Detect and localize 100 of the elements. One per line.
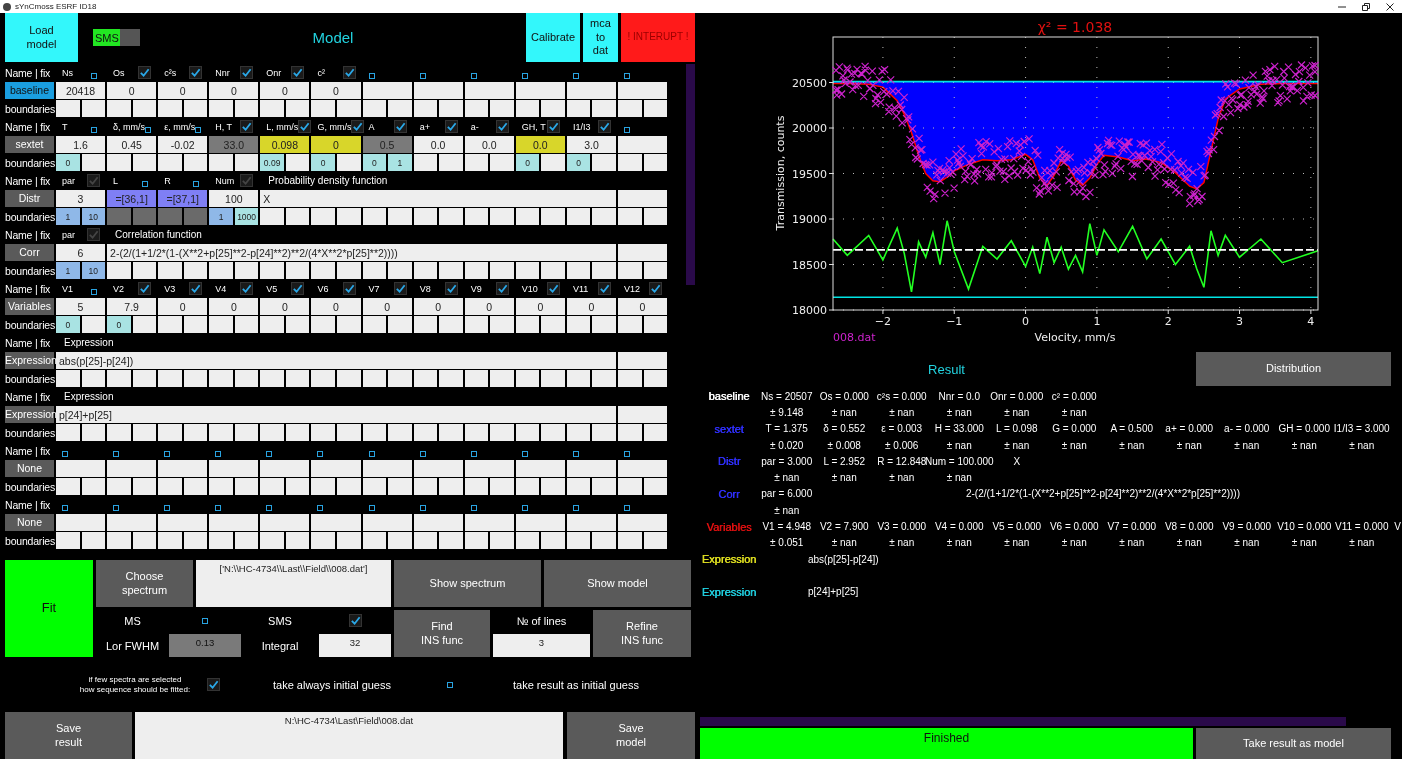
boundary-field[interactable] [81, 100, 106, 117]
find-ins-button[interactable]: Find INS func [394, 610, 490, 657]
value-field[interactable] [209, 514, 259, 531]
boundary-field[interactable] [132, 370, 157, 387]
fix-checkbox[interactable] [572, 450, 579, 457]
value-field[interactable]: 0 [107, 82, 157, 99]
boundary-field[interactable] [158, 532, 182, 549]
value-field[interactable] [464, 82, 514, 99]
value-field[interactable] [209, 460, 259, 477]
boundary-field[interactable] [541, 262, 565, 279]
value-field[interactable]: =[36,1] [107, 190, 157, 207]
boundary-field[interactable] [592, 424, 616, 441]
fix-checkbox[interactable] [470, 72, 477, 79]
boundary-field[interactable] [592, 262, 616, 279]
distribution-button[interactable]: Distribution [1196, 352, 1391, 386]
boundary-field[interactable] [439, 478, 463, 495]
boundary-field[interactable] [285, 532, 310, 549]
boundary-field[interactable]: 1000 [234, 208, 259, 225]
boundary-field[interactable] [311, 262, 335, 279]
boundary-field[interactable] [260, 316, 284, 333]
value-field[interactable]: 20418 [56, 82, 106, 99]
block-name-button[interactable]: None [5, 460, 54, 477]
fix-checkbox[interactable] [240, 66, 254, 79]
restore-icon[interactable] [1362, 2, 1370, 11]
fix-checkbox[interactable] [444, 282, 458, 295]
value-field[interactable]: 0 [158, 298, 208, 315]
boundary-field[interactable] [643, 316, 668, 333]
boundary-field[interactable] [439, 208, 463, 225]
scrollbar[interactable] [686, 64, 695, 285]
path-field[interactable]: N:\HC-4734\Last\Field\008.dat [135, 712, 563, 759]
boundary-field[interactable] [643, 154, 668, 171]
boundary-field[interactable] [132, 154, 157, 171]
value-field[interactable] [107, 460, 157, 477]
boundary-field[interactable] [413, 262, 438, 279]
fix-checkbox[interactable] [546, 120, 560, 133]
fix-checkbox[interactable] [342, 66, 356, 79]
boundary-field[interactable] [158, 262, 182, 279]
boundary-field[interactable] [592, 100, 616, 117]
boundary-field[interactable] [234, 154, 259, 171]
fix-checkbox[interactable] [624, 72, 630, 79]
boundary-field[interactable] [234, 262, 259, 279]
boundary-field[interactable] [413, 154, 438, 171]
boundary-field[interactable] [490, 316, 514, 333]
value-field[interactable]: 0 [158, 82, 208, 99]
boundary-field[interactable] [158, 424, 182, 441]
value-field[interactable] [566, 460, 616, 477]
fix-checkbox[interactable] [298, 120, 312, 133]
boundary-field[interactable] [618, 262, 642, 279]
boundary-field[interactable] [158, 208, 182, 225]
boundary-field[interactable]: 1 [56, 208, 80, 225]
fix-checkbox[interactable] [572, 504, 579, 511]
value-field[interactable] [158, 514, 208, 531]
boundary-field[interactable] [56, 100, 80, 117]
value-field[interactable] [56, 460, 106, 477]
value-field[interactable] [566, 82, 616, 99]
fix-checkbox[interactable] [164, 450, 171, 457]
value-field[interactable]: 1.6 [56, 136, 106, 153]
fix-checkbox[interactable] [444, 120, 458, 133]
boundary-field[interactable] [158, 100, 182, 117]
boundary-field[interactable] [311, 316, 335, 333]
boundary-field[interactable] [209, 424, 233, 441]
value-field[interactable]: 0 [566, 298, 616, 315]
boundary-field[interactable] [541, 154, 565, 171]
boundary-field[interactable] [541, 532, 565, 549]
boundary-field[interactable] [183, 100, 208, 117]
block-name-button[interactable]: Expression [5, 406, 54, 423]
fix-checkbox[interactable] [240, 282, 254, 295]
fix-checkbox[interactable] [649, 282, 663, 295]
boundary-field[interactable] [285, 316, 310, 333]
value-field[interactable] [515, 514, 565, 531]
boundary-field[interactable] [618, 316, 642, 333]
block-name-button[interactable]: sextet [5, 136, 54, 153]
boundary-field[interactable] [439, 100, 463, 117]
boundary-field[interactable]: 0 [515, 154, 540, 171]
fix-checkbox[interactable] [572, 72, 579, 79]
value-field[interactable]: 0 [209, 298, 259, 315]
block-name-button[interactable]: Expression [5, 352, 54, 369]
choose-spectrum-button[interactable]: Choose spectrum [96, 560, 193, 607]
boundary-field[interactable] [388, 262, 412, 279]
boundary-field[interactable] [464, 424, 489, 441]
fix-checkbox[interactable] [624, 504, 630, 511]
boundary-field[interactable] [643, 532, 668, 549]
fix-checkbox[interactable] [291, 282, 305, 295]
boundary-field[interactable] [285, 100, 310, 117]
value-field[interactable]: =[37,1] [158, 190, 208, 207]
boundary-field[interactable] [81, 478, 106, 495]
boundary-field[interactable] [132, 262, 157, 279]
fix-checkbox[interactable] [368, 504, 375, 511]
boundary-field[interactable] [209, 154, 233, 171]
boundary-field[interactable] [515, 262, 540, 279]
boundary-field[interactable] [362, 478, 387, 495]
sms-toggle[interactable]: SMS [93, 29, 140, 46]
boundary-field[interactable] [132, 424, 157, 441]
boundary-field[interactable] [234, 478, 259, 495]
fix-checkbox[interactable] [419, 504, 426, 511]
boundary-field[interactable] [209, 100, 233, 117]
boundary-field[interactable] [464, 154, 489, 171]
boundary-field[interactable] [413, 208, 438, 225]
boundary-field[interactable] [618, 532, 642, 549]
fix-checkbox[interactable] [521, 504, 528, 511]
